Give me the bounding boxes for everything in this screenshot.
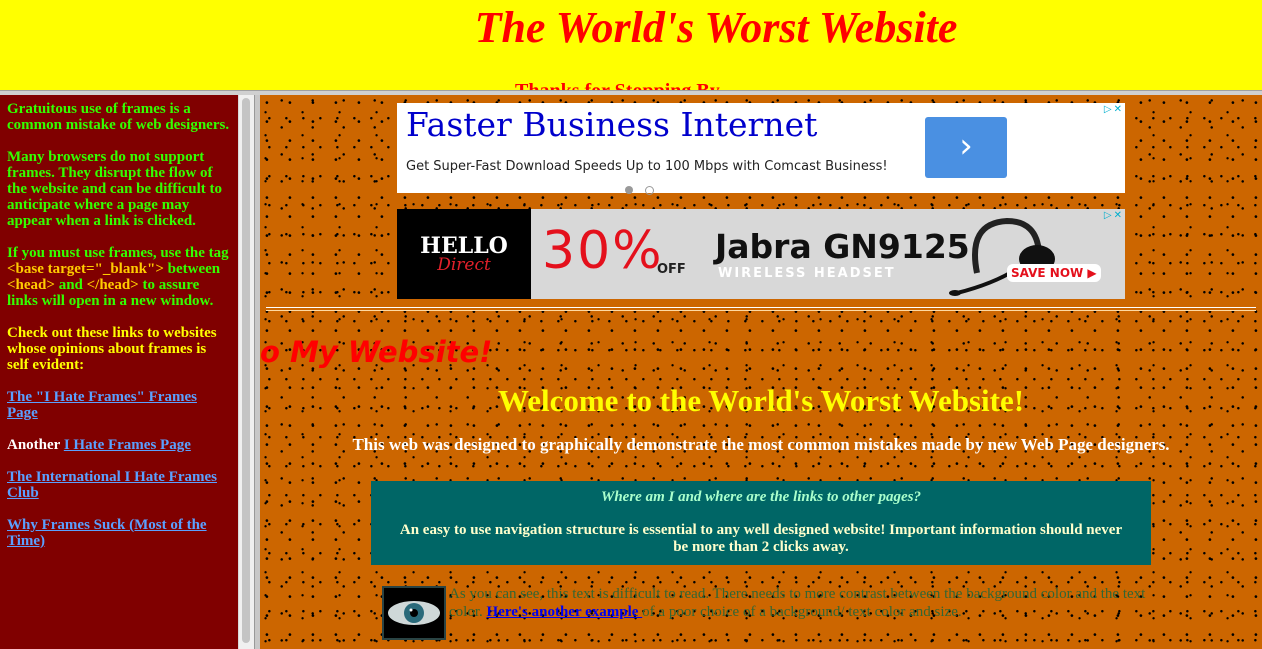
intro-text: This web was designed to graphically dem… (352, 435, 1170, 454)
nav-answer: An easy to use navigation structure is e… (399, 522, 1123, 555)
marquee-text: o My Website! (260, 335, 493, 369)
sidebar-frame: Gratuitous use of frames is a common mis… (0, 95, 238, 649)
ad-discount: 30% (542, 221, 664, 281)
carousel-dot-active[interactable] (625, 186, 633, 194)
link-i-hate-frames-frames-page[interactable]: The "I Hate Frames" Frames Page (7, 389, 197, 421)
ad-hello-direct[interactable]: HELLO Direct 30% OFF Jabra GN9125 WIRELE… (397, 209, 1125, 299)
link-i-hate-frames-page[interactable]: I Hate Frames Page (64, 437, 191, 453)
ad-off-label: OFF (657, 262, 686, 277)
chevron-right-icon[interactable]: › (925, 117, 1007, 178)
sidebar-scrollbar[interactable] (238, 95, 255, 649)
link-prefix-another: Another (7, 437, 64, 453)
horizontal-rule (266, 307, 1256, 311)
link-another-example[interactable]: Here's another example (487, 604, 643, 620)
low-contrast-text: As you can see, this text is difficult t… (449, 586, 1146, 620)
ad-subtitle[interactable]: Get Super-Fast Download Speeds Up to 100… (406, 159, 888, 174)
hello-direct-logo: HELLO Direct (397, 209, 531, 299)
sidebar-para-frames-mistake: Gratuitous use of frames is a common mis… (7, 101, 230, 133)
headset-icon (949, 217, 1055, 296)
site-title: The World's Worst Website (474, 3, 958, 52)
welcome-heading: Welcome to the World's Worst Website! (497, 383, 1025, 418)
ad-title[interactable]: Faster Business Internet (406, 105, 817, 144)
eye-image (382, 586, 446, 640)
nav-question: Where am I and where are the links to ot… (600, 489, 922, 505)
partial-subtitle: Thanks for Stopping By (515, 80, 720, 90)
sidebar-para-base-tag: If you must use frames, use the tag <bas… (7, 245, 229, 309)
ad-comcast-business[interactable]: Faster Business Internet Get Super-Fast … (397, 103, 1125, 195)
ad-close-icon[interactable]: ▷✕ (1104, 104, 1124, 115)
sidebar-para-check-links: Check out these links to websites whose … (7, 325, 217, 373)
eye-icon (388, 601, 440, 625)
ad-product-sub: WIRELESS HEADSET (718, 266, 896, 281)
top-frame: The World's Worst Website Thanks for Sto… (0, 0, 1262, 90)
main-frame: Faster Business Internet Get Super-Fast … (260, 95, 1262, 649)
sidebar-para-browsers: Many browsers do not support frames. The… (7, 149, 222, 229)
navigation-info-box: Where am I and where are the links to ot… (371, 481, 1151, 565)
save-now-button[interactable]: SAVE NOW ▶ (1007, 264, 1101, 282)
carousel-dot[interactable] (645, 186, 654, 195)
link-international-i-hate-frames-club[interactable]: The International I Hate Frames Club (7, 469, 217, 501)
link-why-frames-suck[interactable]: Why Frames Suck (Most of the Time) (7, 517, 207, 549)
ad-close-icon[interactable]: ▷✕ (1104, 210, 1124, 221)
ad-product-name: Jabra GN9125 (715, 227, 970, 266)
sidebar-scrollbar-thumb[interactable] (242, 98, 250, 643)
